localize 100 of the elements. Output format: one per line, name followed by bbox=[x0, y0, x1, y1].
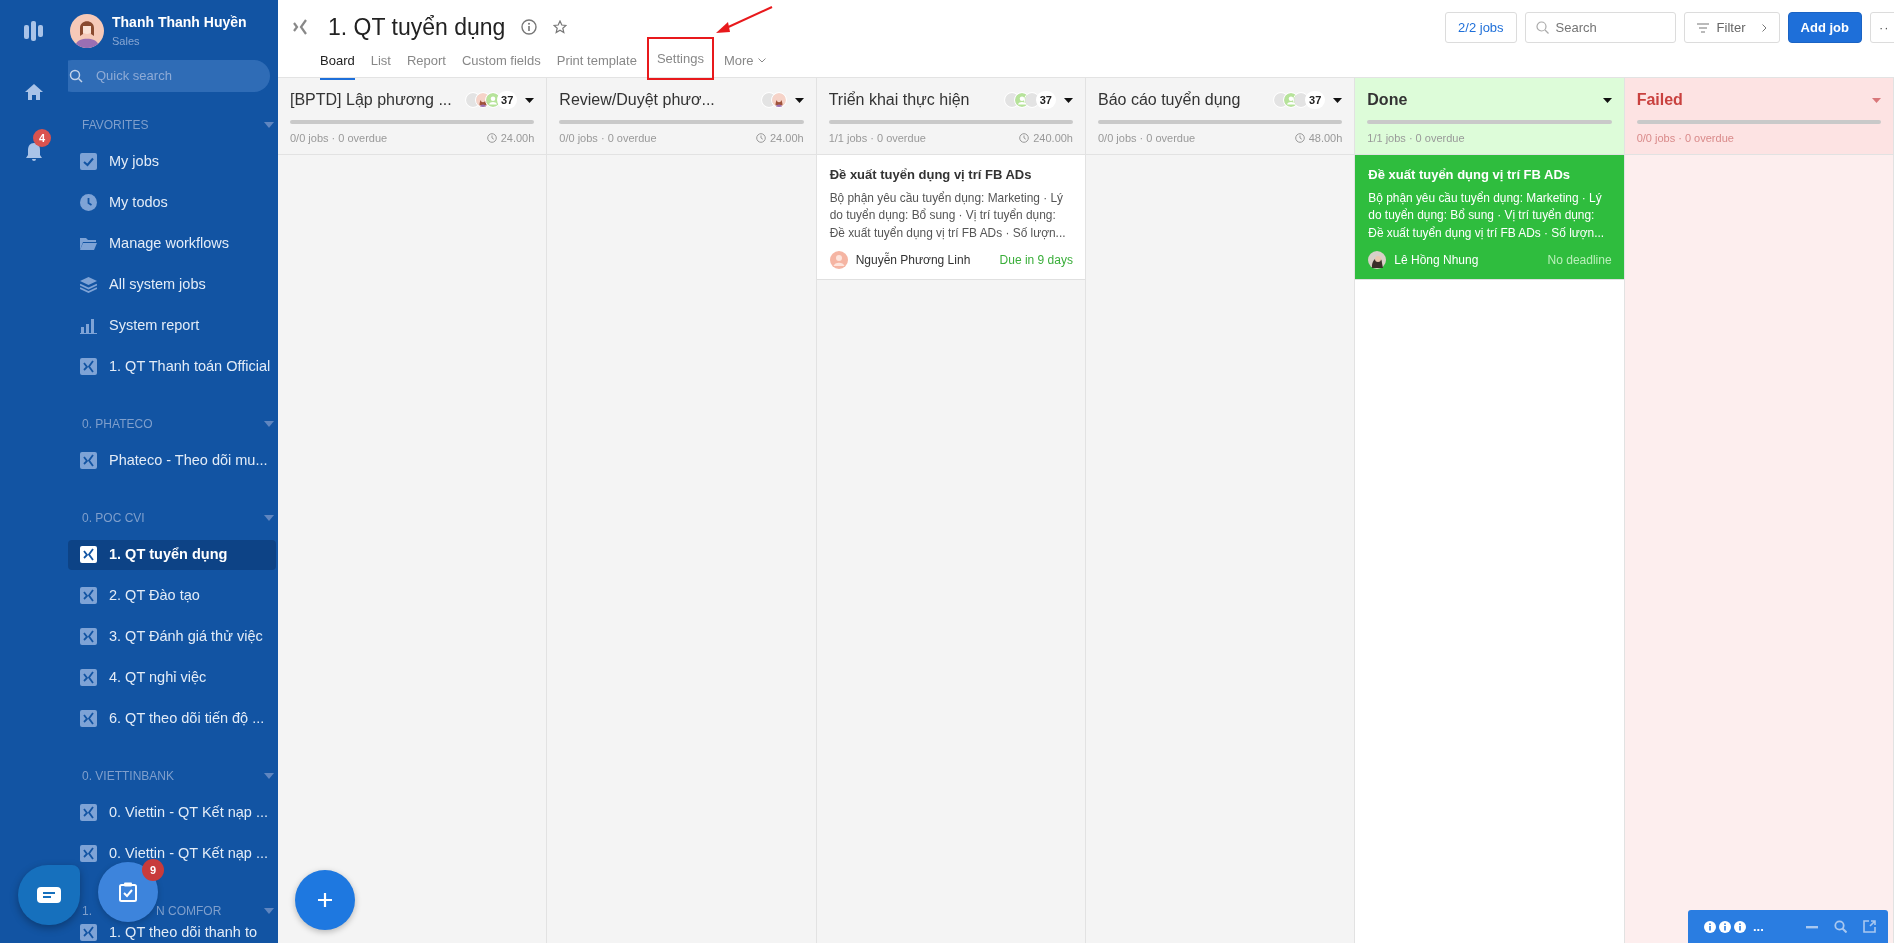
section-label: FAVORITES bbox=[82, 116, 149, 134]
chat-icon bbox=[37, 887, 61, 903]
logo-icon[interactable] bbox=[23, 19, 45, 43]
clock-icon bbox=[756, 133, 766, 144]
column-stats: 0/0 jobs · 0 overdue bbox=[1098, 131, 1196, 146]
job-card[interactable]: Đề xuất tuyển dụng vị trí FB ADs Bộ phận yêu cầu tuyển dụng: Marketing · Lý do tuyển dụng: Bổ sung · Vị trí tuyển dụng: Đề xuất tuyển dụng vị trí FB ADs · Số lượn... Nguyễn Phương Linh Due in 9 days bbox=[816, 155, 1085, 281]
column-title: Failed bbox=[1636, 90, 1683, 110]
clock-icon bbox=[486, 133, 497, 144]
section-label: 1. bbox=[82, 902, 92, 920]
avatar bbox=[770, 92, 787, 108]
duration: 24.00h bbox=[770, 131, 804, 146]
column-title: Triển khai thực hiện bbox=[828, 90, 970, 110]
caret-icon[interactable] bbox=[1602, 97, 1612, 103]
tab[interactable]: Settings bbox=[656, 44, 704, 78]
workflow-icon bbox=[80, 804, 97, 821]
workflow-icon bbox=[80, 669, 97, 686]
chevron-down-icon bbox=[757, 57, 766, 63]
info-icon bbox=[1704, 920, 1716, 933]
star-icon[interactable] bbox=[553, 20, 568, 35]
info-icon bbox=[1734, 920, 1746, 933]
sidebar-item[interactable]: My todos bbox=[68, 187, 276, 218]
sidebar-item[interactable]: 4. QT nghỉ việc bbox=[68, 662, 276, 693]
avatar bbox=[1368, 251, 1387, 270]
tab[interactable]: Custom fields bbox=[461, 46, 541, 80]
section-label: N COMFOR bbox=[156, 902, 222, 920]
sidebar-item[interactable]: Phateco - Theo dõi mu... bbox=[68, 445, 276, 476]
column-stats: 0/0 jobs · 0 overdue bbox=[559, 131, 657, 146]
filter-button[interactable]: Filter bbox=[1683, 12, 1780, 43]
notification-badge: 4 bbox=[33, 129, 51, 147]
clock-icon bbox=[1294, 133, 1305, 144]
sidebar-item[interactable]: All system jobs bbox=[68, 269, 276, 300]
due-date: Due in 9 days bbox=[999, 252, 1073, 270]
duration: 24.00h bbox=[500, 131, 535, 146]
card-description: Bộ phận yêu cầu tuyển dụng: Marketing · Lý do tuyển dụng: Bổ sung · Vị trí tuyển dụng: Đề xuất tuyển dụng vị trí FB ADs · Số lượn... bbox=[829, 189, 1067, 243]
more-button[interactable]: ·· bbox=[1870, 12, 1894, 43]
section-label: 0. VIETTINBANK bbox=[82, 767, 175, 785]
caret-icon[interactable] bbox=[525, 97, 535, 103]
column-stats: 1/1 jobs · 0 overdue bbox=[1367, 131, 1465, 146]
user-name: Thanh Thanh Huyền bbox=[112, 13, 247, 32]
sidebar-item[interactable]: Manage workflows bbox=[68, 228, 276, 259]
section-label: 0. PHATECO bbox=[82, 415, 153, 433]
sidebar-item[interactable]: 3. QT Đánh giá thử việc bbox=[68, 621, 276, 652]
layers-icon bbox=[80, 276, 97, 293]
bar-chart-icon bbox=[80, 317, 97, 334]
home-icon[interactable] bbox=[24, 83, 44, 101]
checkbox-icon bbox=[80, 153, 97, 170]
column-title: [BPTD] Lập phương ... bbox=[290, 90, 452, 110]
column-stats: 1/1 jobs · 0 overdue bbox=[828, 131, 926, 146]
add-job-button[interactable]: Add job bbox=[1787, 12, 1862, 43]
member-count: 37 bbox=[1305, 90, 1326, 110]
workflow-icon bbox=[80, 587, 97, 604]
clipboard-check-icon bbox=[119, 882, 137, 902]
sidebar-item[interactable]: 1. QT theo dõi thanh to bbox=[68, 922, 276, 942]
info-icon bbox=[1719, 920, 1731, 933]
column-stats: 0/0 jobs · 0 overdue bbox=[1636, 131, 1734, 146]
workflow-icon bbox=[80, 710, 97, 727]
tab[interactable]: Print template bbox=[556, 46, 637, 80]
card-description: Bộ phận yêu cầu tuyển dụng: Marketing · Lý do tuyển dụng: Bổ sung · Vị trí tuyển dụng: Đề xuất tuyển dụng vị trí FB ADs · Số lượn... bbox=[1368, 189, 1606, 243]
clock-icon bbox=[80, 194, 97, 211]
workflow-icon bbox=[80, 628, 97, 645]
assignee-name: Lê Hồng Nhung bbox=[1394, 252, 1479, 270]
search-field[interactable]: Search bbox=[1524, 12, 1676, 43]
tab[interactable]: Report bbox=[406, 46, 446, 80]
workflow-icon bbox=[80, 845, 97, 862]
sidebar-item[interactable]: 1. QT Thanh toán Official bbox=[68, 351, 276, 382]
due-date: No deadline bbox=[1547, 252, 1612, 270]
caret-icon[interactable] bbox=[1064, 97, 1073, 103]
sidebar-item[interactable]: 6. QT theo dõi tiến độ ... bbox=[68, 703, 276, 734]
user-role: Sales bbox=[112, 34, 141, 49]
caret-icon[interactable] bbox=[1333, 97, 1343, 103]
member-count: 37 bbox=[497, 90, 518, 110]
sidebar-item[interactable]: My jobs bbox=[68, 146, 276, 177]
page-title: 1. QT tuyển dụng bbox=[328, 13, 506, 42]
sidebar-item[interactable]: 0. Viettin - QT Kết nạp ... bbox=[68, 797, 276, 828]
section-label: 0. POC CVI bbox=[82, 509, 145, 527]
duration: 48.00h bbox=[1308, 131, 1343, 146]
info-icon[interactable] bbox=[521, 19, 538, 36]
plus-icon bbox=[316, 891, 334, 909]
column-stats: 0/0 jobs · 0 overdue bbox=[290, 131, 388, 146]
workflow-icon bbox=[80, 452, 97, 469]
column-title: Done bbox=[1367, 90, 1408, 110]
more-menu[interactable]: More bbox=[723, 46, 766, 80]
workflow-icon bbox=[292, 19, 308, 36]
clock-icon bbox=[1019, 133, 1030, 144]
external-link-icon[interactable] bbox=[1863, 920, 1876, 933]
assignee-name: Nguyễn Phương Linh bbox=[855, 251, 971, 270]
caret-icon[interactable] bbox=[794, 97, 804, 103]
sidebar-item[interactable]: 1. QT tuyển dụng bbox=[68, 539, 276, 570]
chevron-right-icon bbox=[1761, 23, 1767, 32]
quick-search-field[interactable]: Quick search bbox=[68, 59, 270, 92]
bell-icon[interactable] bbox=[24, 141, 44, 162]
search-icon[interactable] bbox=[1834, 920, 1847, 933]
tab[interactable]: List bbox=[370, 46, 391, 80]
sidebar-item[interactable]: 2. QT Đào tạo bbox=[68, 580, 276, 611]
member-count: 37 bbox=[1035, 90, 1056, 110]
column-title: Review/Duyệt phươ... bbox=[559, 90, 715, 110]
avatar bbox=[829, 251, 848, 270]
sidebar-item[interactable]: System report bbox=[68, 310, 276, 341]
filter-icon bbox=[1696, 22, 1709, 33]
jobs-count-button[interactable]: 2/2 jobs bbox=[1445, 12, 1517, 43]
